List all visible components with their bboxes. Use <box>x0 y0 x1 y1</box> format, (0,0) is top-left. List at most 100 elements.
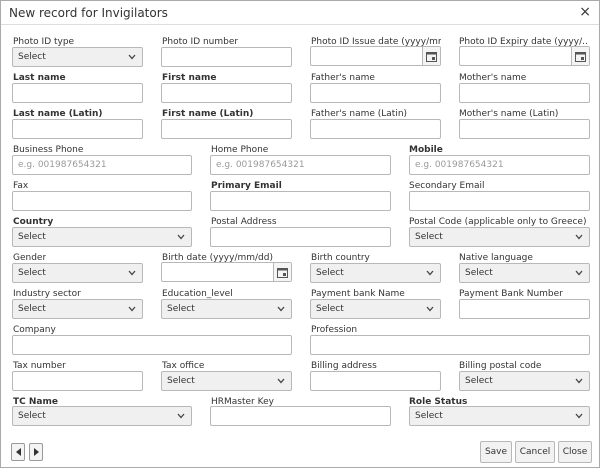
mothers-name-field[interactable] <box>459 83 590 103</box>
payment-bank-name-value: Select <box>316 304 344 314</box>
fax-label: Fax <box>13 181 29 191</box>
company-label: Company <box>13 325 56 335</box>
photo-id-type-value: Select <box>18 52 46 62</box>
profession-field[interactable] <box>310 335 590 355</box>
tax-number-field[interactable] <box>12 371 143 391</box>
arrow-right-icon <box>33 448 39 456</box>
mothers-name-latin-label: Mother's name (Latin) <box>459 109 559 119</box>
chevron-down-icon <box>177 413 185 419</box>
fax-field[interactable] <box>12 191 192 211</box>
calendar-icon[interactable] <box>273 263 291 281</box>
dialog-title: New record for Invigilators <box>9 6 168 20</box>
postal-address-field[interactable] <box>210 227 391 247</box>
photo-id-issue-date-field[interactable] <box>310 46 441 66</box>
gender-label: Gender <box>13 253 47 263</box>
chevron-down-icon <box>575 234 583 240</box>
payment-bank-number-label: Payment Bank Number <box>459 289 563 299</box>
hrmaster-key-field[interactable] <box>210 406 391 426</box>
education-level-label: Education_level <box>162 289 233 299</box>
birth-country-value: Select <box>316 268 344 278</box>
birth-date-field[interactable] <box>161 262 292 282</box>
billing-address-label: Billing address <box>311 361 377 371</box>
chevron-down-icon <box>575 270 583 276</box>
chevron-down-icon <box>426 270 434 276</box>
payment-bank-number-field[interactable] <box>459 299 590 319</box>
mothers-name-label: Mother's name <box>459 73 527 83</box>
business-phone-label: Business Phone <box>13 145 84 155</box>
tax-office-label: Tax office <box>162 361 205 371</box>
first-name-field[interactable] <box>161 83 292 103</box>
education-level-value: Select <box>167 304 195 314</box>
previous-record-button[interactable] <box>11 443 25 461</box>
company-field[interactable] <box>12 335 292 355</box>
secondary-email-label: Secondary Email <box>409 181 485 191</box>
postal-code-value: Select <box>415 232 443 242</box>
industry-sector-label: Industry sector <box>13 289 81 299</box>
country-select[interactable]: Select <box>12 227 192 247</box>
postal-code-label: Postal Code (applicable only to Greece) <box>409 217 587 227</box>
mobile-field[interactable] <box>409 155 590 175</box>
business-phone-field[interactable] <box>12 155 192 175</box>
postal-address-label: Postal Address <box>211 217 277 227</box>
chevron-down-icon <box>277 306 285 312</box>
chevron-down-icon <box>277 378 285 384</box>
first-name-latin-field[interactable] <box>161 119 292 139</box>
chevron-down-icon <box>128 270 136 276</box>
billing-address-field[interactable] <box>310 371 441 391</box>
photo-id-type-label: Photo ID type <box>13 37 75 47</box>
birth-country-label: Birth country <box>311 253 370 263</box>
photo-id-number-field[interactable] <box>161 47 292 67</box>
new-record-dialog: New record for Invigilators × Photo ID t… <box>0 0 600 468</box>
close-button[interactable]: Close <box>558 441 592 463</box>
dialog-titlebar: New record for Invigilators × <box>1 1 599 25</box>
home-phone-field[interactable] <box>210 155 391 175</box>
fathers-name-field[interactable] <box>310 83 441 103</box>
photo-id-type-select[interactable]: Select <box>12 47 143 67</box>
tc-name-value: Select <box>18 411 46 421</box>
first-name-latin-label: First name (Latin) <box>162 109 254 119</box>
chevron-down-icon <box>575 378 583 384</box>
tc-name-select[interactable]: Select <box>12 406 192 426</box>
cancel-button[interactable]: Cancel <box>515 441 555 463</box>
photo-id-number-label: Photo ID number <box>162 37 239 47</box>
billing-postal-code-value: Select <box>465 376 493 386</box>
role-status-select[interactable]: Select <box>409 406 590 426</box>
native-language-select[interactable]: Select <box>459 263 590 283</box>
payment-bank-name-label: Payment bank Name <box>311 289 405 299</box>
primary-email-label: Primary Email <box>211 181 282 191</box>
chevron-down-icon <box>575 413 583 419</box>
country-label: Country <box>13 217 54 227</box>
fathers-name-latin-field[interactable] <box>310 119 441 139</box>
industry-sector-select[interactable]: Select <box>12 299 143 319</box>
gender-select[interactable]: Select <box>12 263 143 283</box>
primary-email-field[interactable] <box>210 191 391 211</box>
chevron-down-icon <box>426 306 434 312</box>
tax-office-value: Select <box>167 376 195 386</box>
postal-code-select[interactable]: Select <box>409 227 590 247</box>
role-status-value: Select <box>415 411 443 421</box>
next-record-button[interactable] <box>29 443 43 461</box>
last-name-label: Last name <box>13 73 66 83</box>
payment-bank-name-select[interactable]: Select <box>310 299 441 319</box>
save-button[interactable]: Save <box>480 441 512 463</box>
billing-postal-code-select[interactable]: Select <box>459 371 590 391</box>
last-name-latin-label: Last name (Latin) <box>13 109 103 119</box>
calendar-icon[interactable] <box>422 47 440 65</box>
tax-office-select[interactable]: Select <box>161 371 292 391</box>
mothers-name-latin-field[interactable] <box>459 119 590 139</box>
home-phone-label: Home Phone <box>211 145 269 155</box>
last-name-latin-field[interactable] <box>12 119 143 139</box>
chevron-down-icon <box>128 306 136 312</box>
mobile-label: Mobile <box>409 145 443 155</box>
photo-id-expiry-date-field[interactable] <box>459 46 590 66</box>
secondary-email-field[interactable] <box>409 191 590 211</box>
fathers-name-latin-label: Father's name (Latin) <box>311 109 408 119</box>
profession-label: Profession <box>311 325 358 335</box>
last-name-field[interactable] <box>12 83 143 103</box>
close-icon[interactable]: × <box>579 4 591 20</box>
tax-number-label: Tax number <box>13 361 66 371</box>
calendar-icon[interactable] <box>571 47 589 65</box>
birth-country-select[interactable]: Select <box>310 263 441 283</box>
chevron-down-icon <box>177 234 185 240</box>
education-level-select[interactable]: Select <box>161 299 292 319</box>
